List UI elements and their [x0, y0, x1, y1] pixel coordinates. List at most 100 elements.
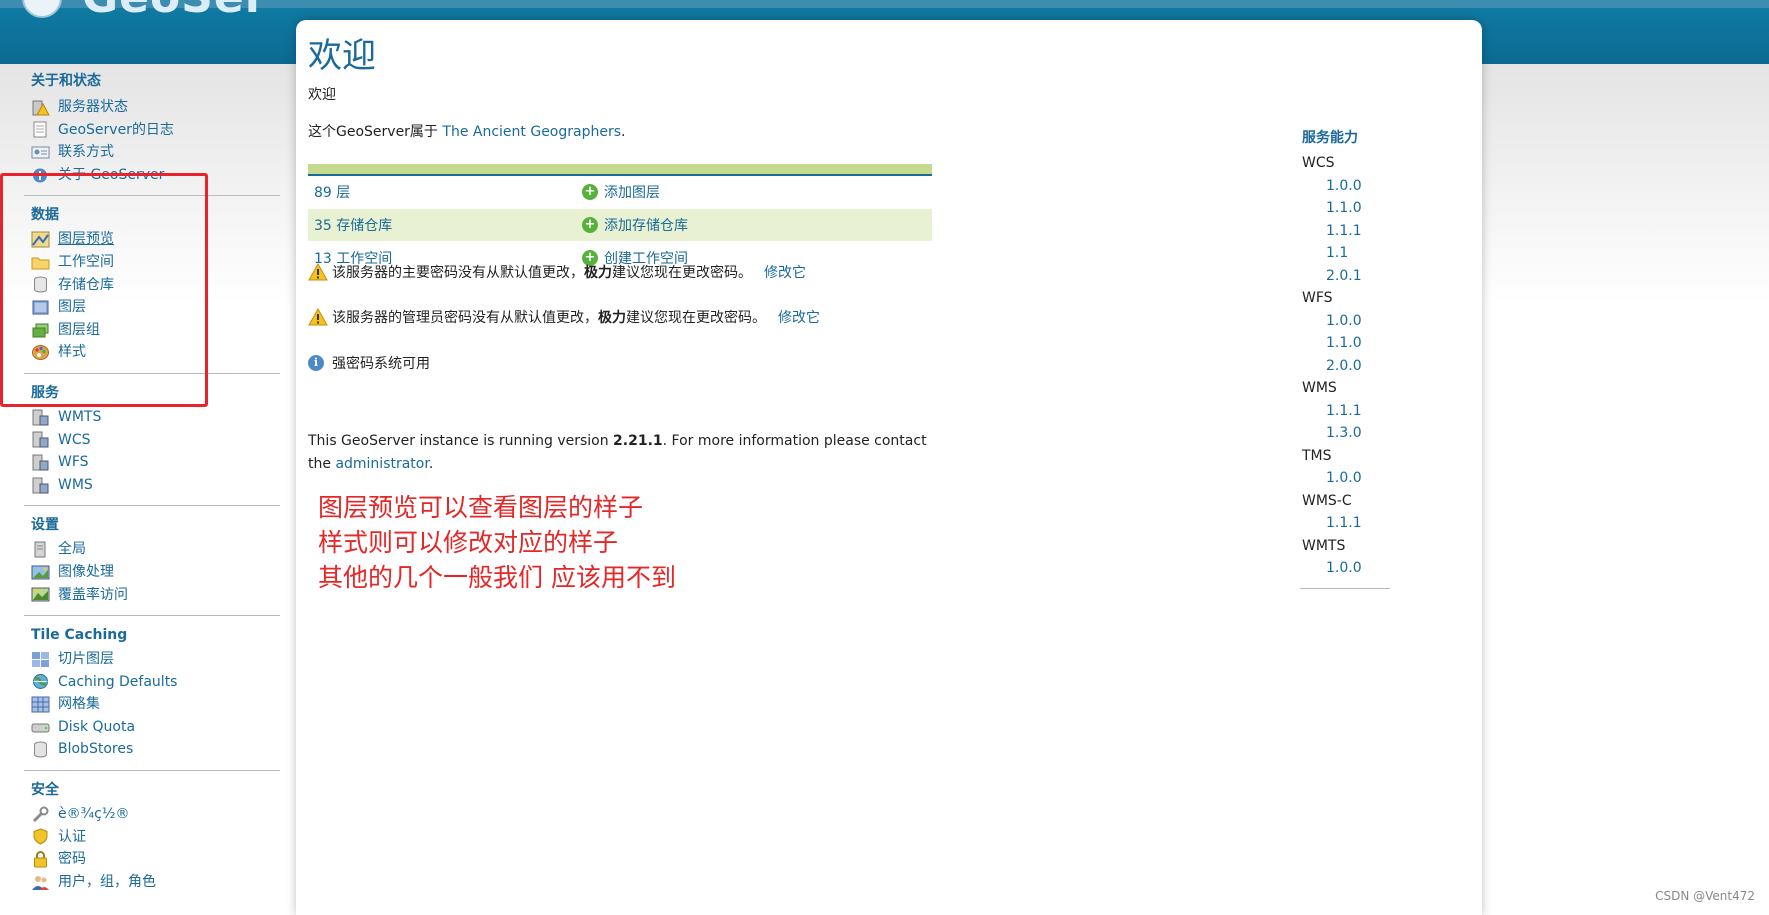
- change-master-password-link[interactable]: 修改它: [764, 262, 806, 282]
- sidebar-item[interactable]: 服务器状态: [24, 96, 280, 119]
- sidebar-item[interactable]: 全局: [24, 538, 280, 561]
- stores-count-link[interactable]: 35 存储仓库: [314, 215, 392, 235]
- sidebar-item-label[interactable]: 覆盖率访问: [58, 584, 128, 607]
- sidebar-item[interactable]: WFS: [24, 451, 280, 474]
- service-icon: [31, 409, 50, 426]
- service-icon: [31, 477, 50, 494]
- log-document-icon: [31, 121, 50, 138]
- capability-version-link[interactable]: 1.0.0: [1326, 178, 1362, 194]
- sidebar-item[interactable]: 覆盖率访问: [24, 584, 280, 607]
- capability-version: 1.1.1: [1300, 400, 1390, 423]
- capability-version: 1.0.0: [1300, 310, 1390, 333]
- capability-version-link[interactable]: 1.0.0: [1326, 470, 1362, 486]
- capability-version: 1.1.0: [1300, 197, 1390, 220]
- server-status-icon: [31, 99, 50, 116]
- sidebar-item-label[interactable]: WMTS: [58, 406, 101, 429]
- sidebar-item[interactable]: WMTS: [24, 406, 280, 429]
- sidebar-item-label[interactable]: WFS: [58, 451, 89, 474]
- capability-version: 1.1: [1300, 242, 1390, 265]
- page-subtitle: 欢迎: [308, 87, 336, 103]
- capability-version-link[interactable]: 1.0.0: [1326, 560, 1362, 576]
- capability-version-link[interactable]: 1.1.0: [1326, 200, 1362, 216]
- capability-version-link[interactable]: 1.1.0: [1326, 335, 1362, 351]
- warning-text: 该服务器的主要密码没有从默认值更改，: [332, 265, 584, 281]
- sidebar-item[interactable]: 密码: [24, 848, 280, 871]
- disk-icon: [31, 719, 50, 736]
- sidebar-item-label[interactable]: WCS: [58, 429, 91, 452]
- change-admin-password-link[interactable]: 修改它: [778, 307, 820, 327]
- sidebar-item-label[interactable]: 用户，组，角色: [58, 871, 156, 894]
- sidebar-item-label[interactable]: Caching Defaults: [58, 671, 177, 694]
- warning-text: 该服务器的管理员密码没有从默认值更改，: [332, 310, 598, 326]
- capability-version: 1.0.0: [1300, 467, 1390, 490]
- service-capabilities: 服务能力 WCS 1.0.0 1.1.0 1.1.1 1.1 2.0.1 WFS 1.0.0 1.…: [1300, 124, 1390, 589]
- sidebar-item[interactable]: WCS: [24, 429, 280, 452]
- capability-version-link[interactable]: 1.1.1: [1326, 515, 1362, 531]
- capability-version-link[interactable]: 1.1: [1326, 245, 1348, 261]
- page-title: 欢迎: [308, 36, 376, 76]
- sidebar-item-label[interactable]: 全局: [58, 538, 86, 561]
- add-layer-action[interactable]: + 添加图层: [582, 182, 660, 202]
- lock-icon: [31, 851, 50, 868]
- sidebar-item-label[interactable]: GeoServer的日志: [58, 119, 174, 142]
- owner-suffix: .: [621, 124, 626, 140]
- sidebar-section-title: 关于和状态: [31, 73, 101, 89]
- sidebar-item-label[interactable]: è®¾ç½®: [58, 803, 129, 826]
- capability-version-link[interactable]: 1.1.1: [1326, 403, 1362, 419]
- sidebar-item[interactable]: 认证: [24, 826, 280, 849]
- sidebar-item[interactable]: 切片图层: [24, 648, 280, 671]
- add-layer-link[interactable]: 添加图层: [604, 182, 660, 202]
- section-divider: [24, 770, 280, 772]
- annotation-line: 其他的几个一般我们 应该用不到: [318, 563, 676, 592]
- capability-service-name: TMS: [1302, 447, 1332, 464]
- administrator-link[interactable]: administrator: [335, 456, 428, 472]
- capability-version-link[interactable]: 1.1.1: [1326, 223, 1362, 239]
- info-strong-crypto: i 强密码系统可用: [308, 353, 430, 373]
- sidebar-item[interactable]: Disk Quota: [24, 716, 280, 739]
- sidebar-section-title: 安全: [31, 782, 59, 799]
- sidebar-item[interactable]: 图像处理: [24, 561, 280, 584]
- capability-version: 1.1.1: [1300, 512, 1390, 535]
- wrench-icon: [31, 806, 50, 823]
- geoserver-logo[interactable]: GeoServer: [22, 0, 262, 20]
- version-number: 2.21.1: [613, 433, 663, 449]
- sidebar-item[interactable]: 联系方式: [24, 141, 280, 164]
- sidebar-item-label[interactable]: Disk Quota: [58, 716, 135, 739]
- annotation-line: 样式则可以修改对应的样子: [318, 528, 619, 557]
- sidebar-item-label[interactable]: BlobStores: [58, 738, 133, 761]
- capability-version-link[interactable]: 1.3.0: [1326, 425, 1362, 441]
- owner-link[interactable]: The Ancient Geographers: [442, 124, 621, 140]
- capability-version-link[interactable]: 2.0.0: [1326, 358, 1362, 374]
- sidebar-item-label[interactable]: 切片图层: [58, 648, 114, 671]
- capability-version-link[interactable]: 1.0.0: [1326, 313, 1362, 329]
- sidebar-section-title: Tile Caching: [31, 627, 128, 644]
- sidebar-item-label[interactable]: 密码: [58, 848, 86, 871]
- sidebar-item[interactable]: Caching Defaults: [24, 671, 280, 694]
- sidebar-item[interactable]: WMS: [24, 474, 280, 497]
- add-store-action[interactable]: + 添加存储仓库: [582, 215, 688, 235]
- sidebar-item[interactable]: GeoServer的日志: [24, 119, 280, 142]
- layers-count-link[interactable]: 89 层: [314, 182, 350, 202]
- sidebar-item[interactable]: è®¾ç½®: [24, 803, 280, 826]
- sidebar-item-label[interactable]: 图像处理: [58, 561, 114, 584]
- warning-bold: 极力: [584, 265, 612, 281]
- sidebar-section-title: 设置: [31, 517, 59, 534]
- sidebar-item[interactable]: 网格集: [24, 693, 280, 716]
- sidebar-item-label[interactable]: 联系方式: [58, 141, 114, 164]
- sidebar-item-label[interactable]: 网格集: [58, 693, 100, 716]
- add-store-link[interactable]: 添加存储仓库: [604, 215, 688, 235]
- sidebar-item-label[interactable]: 服务器状态: [58, 96, 128, 119]
- sidebar-item-label[interactable]: WMS: [58, 474, 93, 497]
- warning-triangle-icon: [308, 308, 328, 326]
- sidebar-item[interactable]: BlobStores: [24, 738, 280, 761]
- coverage-access-icon: [31, 586, 50, 603]
- sidebar-item[interactable]: 用户，组，角色: [24, 871, 280, 894]
- logo-text: GeoServer: [82, 0, 262, 20]
- tile-grid-icon: [31, 651, 50, 668]
- warning-master-password: 该服务器的主要密码没有从默认值更改， 极力 建议您现在更改密码。 修改它: [308, 262, 806, 282]
- capability-version-link[interactable]: 2.0.1: [1326, 268, 1362, 284]
- version-end: .: [428, 456, 434, 472]
- section-divider: [24, 615, 280, 617]
- sidebar-item-label[interactable]: 认证: [58, 826, 86, 849]
- grid-icon: [31, 696, 50, 713]
